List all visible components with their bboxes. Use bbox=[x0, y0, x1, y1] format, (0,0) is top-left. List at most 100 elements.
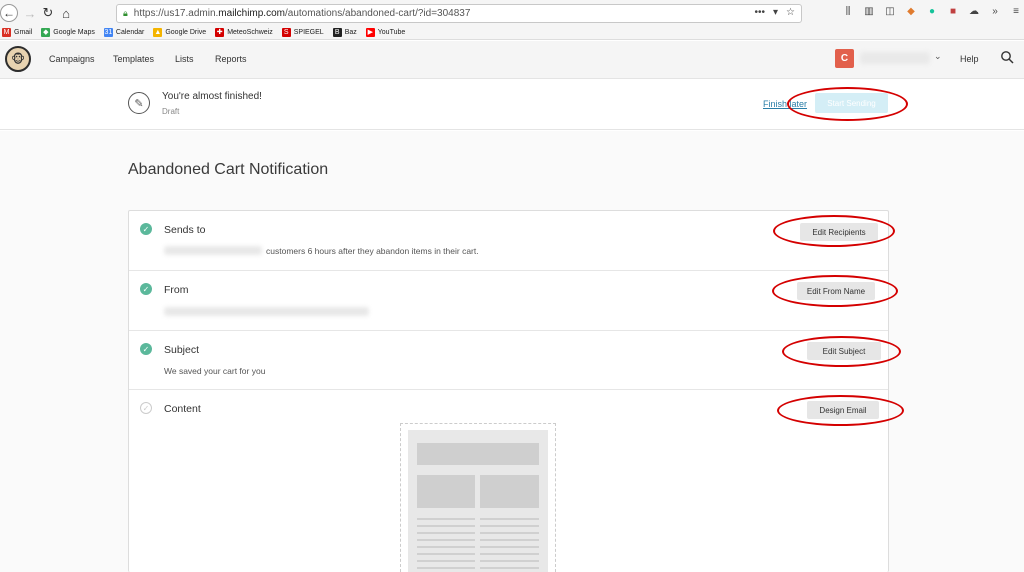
mailchimp-logo-icon[interactable]: 🐵︎ bbox=[5, 46, 31, 72]
bookmark-label: Baz bbox=[344, 29, 357, 36]
preview-line bbox=[480, 546, 539, 548]
bookmark-star-icon[interactable]: ☆ bbox=[786, 7, 795, 18]
sync-icon[interactable]: ☁ bbox=[968, 6, 980, 17]
search-icon[interactable] bbox=[1000, 50, 1014, 64]
check-icon: ✓ bbox=[140, 343, 152, 355]
bookmark-label: Gmail bbox=[14, 29, 33, 36]
email-preview-frame bbox=[408, 430, 548, 572]
bookmark-icon: M bbox=[2, 28, 11, 37]
preview-line bbox=[480, 518, 539, 520]
bookmark-item[interactable]: ◆ Google Maps bbox=[41, 28, 95, 37]
preview-line bbox=[417, 525, 475, 527]
more-dots-icon[interactable]: ••• bbox=[754, 7, 765, 18]
color-picker-icon[interactable]: ■ bbox=[947, 6, 959, 17]
bookmark-icon: B bbox=[332, 28, 342, 37]
preview-image-block bbox=[480, 475, 539, 508]
nav-templates[interactable]: Templates bbox=[113, 54, 154, 64]
pocket-icon[interactable]: ▾ bbox=[773, 7, 778, 18]
bookmark-item[interactable]: ▲ Google Drive bbox=[153, 28, 206, 37]
section-desc: customers 6 hours after they abandon ite… bbox=[266, 246, 479, 256]
section-sends-to: ✓ Sends to customers 6 hours after they … bbox=[129, 211, 888, 271]
status-title: You're almost finished! bbox=[162, 91, 262, 102]
preview-line bbox=[480, 553, 539, 555]
preview-line bbox=[480, 525, 539, 527]
page-title: Abandoned Cart Notification bbox=[128, 161, 329, 178]
section-from: ✓ From Edit From Name bbox=[129, 271, 888, 331]
back-arrow-icon[interactable]: ← bbox=[0, 4, 18, 22]
edit-recipients-button[interactable]: Edit Recipients bbox=[800, 223, 878, 241]
status-bar: ✎ You're almost finished! Draft Finish l… bbox=[0, 80, 1024, 130]
bookmark-item[interactable]: S SPIEGEL bbox=[281, 28, 324, 37]
help-link[interactable]: Help bbox=[960, 54, 979, 64]
bookmark-label: Google Drive bbox=[165, 29, 207, 36]
bookmark-icon: S bbox=[281, 28, 291, 37]
preview-line bbox=[417, 546, 475, 548]
email-preview-thumbnail[interactable] bbox=[400, 423, 556, 572]
chevron-down-icon[interactable]: ⌄ bbox=[934, 51, 942, 62]
lock-icon: 🔒︎ bbox=[123, 8, 128, 18]
reload-icon[interactable]: ↻ bbox=[38, 3, 58, 23]
section-subject: ✓ Subject We saved your cart for you Edi… bbox=[129, 331, 888, 390]
preview-line bbox=[480, 539, 539, 541]
section-title: Subject bbox=[164, 344, 200, 356]
pencil-icon: ✎ bbox=[128, 92, 150, 114]
section-title: Content bbox=[164, 403, 201, 415]
preview-line bbox=[480, 560, 539, 562]
bookmark-item[interactable]: 31 Calendar bbox=[103, 28, 145, 37]
bookmark-icon: ◆ bbox=[41, 28, 51, 37]
preview-line bbox=[417, 518, 475, 520]
home-icon[interactable]: ⌂ bbox=[56, 3, 76, 23]
bookmark-item[interactable]: B Baz bbox=[332, 28, 357, 37]
nav-reports[interactable]: Reports bbox=[215, 54, 247, 64]
design-email-button[interactable]: Design Email bbox=[807, 401, 879, 419]
preview-line bbox=[417, 553, 475, 555]
from-name-redacted bbox=[164, 307, 369, 316]
app-header: 🐵︎ Campaigns Templates Lists Reports C ⌄… bbox=[0, 41, 1024, 79]
avatar[interactable]: C bbox=[835, 49, 854, 68]
edit-from-name-button[interactable]: Edit From Name bbox=[797, 282, 875, 300]
section-desc: We saved your cart for you bbox=[164, 366, 266, 376]
bookmark-icon: 31 bbox=[103, 28, 113, 37]
fox-icon[interactable]: ◆ bbox=[905, 6, 917, 17]
url-bar[interactable]: 🔒︎ https://us17.admin.mailchimp.com/auto… bbox=[116, 4, 802, 23]
sidebar-icon[interactable]: ▥ bbox=[863, 6, 875, 17]
bookmark-label: YouTube bbox=[377, 29, 406, 36]
bookmark-icon: ▶ bbox=[365, 28, 375, 37]
menu-icon[interactable]: ≡ bbox=[1010, 6, 1022, 17]
section-title: From bbox=[164, 284, 189, 296]
extension-icons: ⫼ ▥ ◫ ◆ ● ■ ☁ » ≡ bbox=[842, 6, 1022, 17]
start-sending-button[interactable]: Start Sending bbox=[815, 93, 888, 113]
preview-line bbox=[417, 539, 475, 541]
bookmark-label: Calendar bbox=[115, 29, 145, 36]
url-text: https://us17.admin.mailchimp.com/automat… bbox=[133, 8, 471, 19]
bookmarks-bar: M Gmail ◆ Google Maps 31 Calendar ▲ Google Driv… bbox=[0, 26, 1024, 40]
library-icon[interactable]: ⫼ bbox=[842, 6, 854, 17]
list-name-redacted bbox=[164, 246, 262, 255]
bookmark-icon: ✚ bbox=[215, 28, 225, 37]
url-actions: ••• ▾ ☆ bbox=[754, 7, 795, 18]
bookmark-item[interactable]: ▶ YouTube bbox=[365, 28, 406, 37]
user-name-redacted[interactable] bbox=[860, 52, 930, 64]
bookmark-label: MeteoSchweiz bbox=[227, 29, 273, 36]
finish-later-link[interactable]: Finish later bbox=[763, 99, 807, 109]
overflow-chevron-icon[interactable]: » bbox=[989, 6, 1001, 17]
bookmark-icon: ▲ bbox=[153, 28, 163, 37]
grammarly-icon[interactable]: ● bbox=[926, 6, 938, 17]
preview-line bbox=[417, 532, 475, 534]
bookmark-label: Google Maps bbox=[53, 29, 95, 36]
preview-line bbox=[480, 532, 539, 534]
nav-lists[interactable]: Lists bbox=[175, 54, 194, 64]
preview-image-block bbox=[417, 475, 475, 508]
check-circle-empty-icon: ✓ bbox=[140, 402, 152, 414]
extension-icon[interactable]: ◫ bbox=[884, 6, 896, 17]
preview-line bbox=[417, 560, 475, 562]
bookmark-item[interactable]: M Gmail bbox=[2, 28, 32, 37]
status-badge: Draft bbox=[162, 107, 180, 116]
nav-campaigns[interactable]: Campaigns bbox=[49, 54, 95, 64]
bookmark-item[interactable]: ✚ MeteoSchweiz bbox=[215, 28, 273, 37]
preview-line bbox=[417, 567, 475, 569]
forward-arrow-icon[interactable]: → bbox=[20, 3, 40, 23]
check-icon: ✓ bbox=[140, 283, 152, 295]
edit-subject-button[interactable]: Edit Subject bbox=[807, 342, 881, 360]
section-title: Sends to bbox=[164, 224, 206, 236]
